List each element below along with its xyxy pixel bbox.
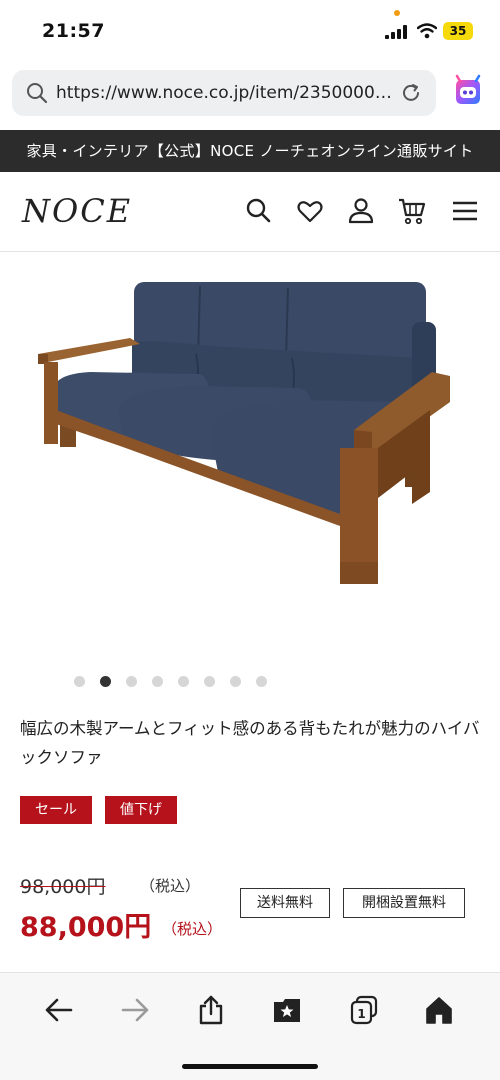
home-icon[interactable] [424,995,454,1025]
carousel-dot[interactable] [203,676,215,687]
tabs-icon[interactable]: 1 [349,995,379,1025]
product-image[interactable] [0,262,500,662]
original-price-tax-label: （税込） [140,877,201,895]
sale-price: 88,000円 [20,912,152,943]
share-icon[interactable] [196,995,226,1025]
product-title: 幅広の木製アームとフィット感のある背もたれが魅力のハイバックソファ [20,719,480,767]
site-banner: 家具・インテリア【公式】NOCE ノーチェオンライン通販サイト [0,130,500,172]
search-icon [27,83,48,104]
status-bar: 21:57 35 [0,0,500,64]
sale-price-tax-label: （税込） [162,920,223,938]
search-icon[interactable] [244,196,274,226]
original-price: 98,000円 [20,876,106,898]
price-drop-badge: 値下げ [105,796,177,824]
reload-icon[interactable] [400,82,422,104]
carousel-dot[interactable] [151,676,163,687]
carousel-dot[interactable] [255,676,267,687]
assistant-icon[interactable] [448,72,488,112]
free-shipping-tag: 送料無料 [240,888,330,918]
signal-icon [385,25,407,39]
carousel-dot[interactable] [229,676,241,687]
address-bar[interactable]: https://www.noce.co.jp/item/23500000... [12,70,436,116]
carousel-dot[interactable] [177,676,189,687]
cart-icon[interactable] [397,196,427,226]
bookmarks-icon[interactable] [272,995,302,1025]
carousel-dot[interactable] [73,676,85,687]
sale-badge: セール [20,796,92,824]
menu-icon[interactable] [450,196,480,226]
site-header: NOCE [0,172,500,252]
carousel-dots [0,676,500,690]
home-indicator [182,1064,318,1069]
carousel-dot[interactable] [125,676,137,687]
tabs-count: 1 [357,1007,365,1021]
heart-icon[interactable] [295,196,325,226]
battery-icon: 35 [443,22,473,40]
wifi-icon [417,23,437,39]
user-icon[interactable] [346,196,376,226]
url-text[interactable]: https://www.noce.co.jp/item/23500000... [56,82,398,104]
carousel-dot[interactable] [99,676,111,687]
privacy-indicator-dot [394,10,400,16]
status-time: 21:57 [42,20,105,42]
free-installation-tag: 開梱設置無料 [343,888,465,918]
site-logo[interactable]: NOCE [22,192,132,230]
back-arrow-icon[interactable] [44,995,74,1025]
forward-arrow-icon[interactable] [120,995,150,1025]
